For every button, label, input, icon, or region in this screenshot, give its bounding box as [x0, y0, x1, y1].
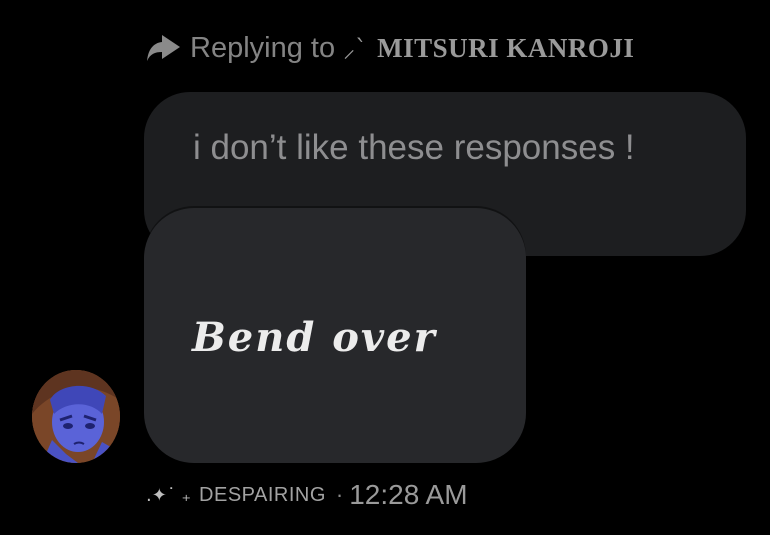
- replied-user-name[interactable]: MITSURI KANROJI: [377, 33, 634, 64]
- reply-prefix: Replying to: [190, 31, 336, 64]
- status-label: DESPAIRING: [199, 483, 326, 506]
- quoted-message-text: i don’t like these responses !: [193, 128, 635, 167]
- reply-header[interactable]: Replying to ⸝` MITSURI KANROJI: [146, 28, 634, 68]
- user-avatar-icon: [32, 370, 120, 463]
- footer-separator: ·: [335, 482, 344, 507]
- reply-decoration: ⸝`: [343, 34, 368, 63]
- message-bubble[interactable]: Bend over: [144, 208, 526, 463]
- sparkle-decoration: .✦˙ ₊: [146, 484, 192, 506]
- message-footer: .✦˙ ₊ DESPAIRING · 12:28 AM: [146, 478, 468, 512]
- avatar[interactable]: [32, 370, 120, 463]
- message-text: Bend over: [192, 314, 437, 361]
- timestamp: 12:28 AM: [349, 479, 468, 510]
- reply-arrow-icon: [146, 32, 184, 64]
